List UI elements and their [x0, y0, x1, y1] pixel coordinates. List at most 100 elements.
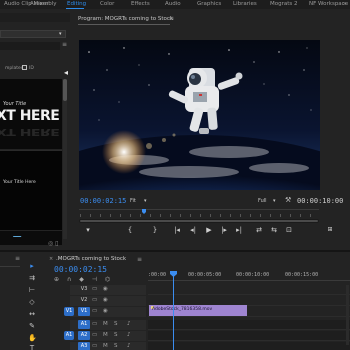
- panel-menu-icon[interactable]: ≡: [137, 256, 142, 263]
- slip-tool-icon[interactable]: ↔: [28, 310, 36, 318]
- microphone-icon[interactable]: ♪: [127, 321, 131, 327]
- export-frame-icon[interactable]: ⊡: [284, 226, 294, 234]
- track-label-v1[interactable]: V1: [78, 307, 90, 316]
- pen-tool-icon[interactable]: ✎: [28, 322, 36, 330]
- step-back-icon[interactable]: ◂|: [188, 226, 198, 234]
- program-video-frame[interactable]: [79, 40, 320, 190]
- selection-tool-icon[interactable]: ▸: [28, 262, 36, 270]
- program-tab-underline: [78, 24, 170, 25]
- eye-icon[interactable]: ◉: [103, 308, 108, 314]
- go-to-out-icon[interactable]: ▸|: [234, 226, 244, 234]
- workspace-tab-color[interactable]: Color: [100, 1, 114, 7]
- ruler-tick: [250, 214, 251, 217]
- workspace-tab-mograts[interactable]: Mograts 2: [270, 1, 298, 7]
- panel-menu-icon[interactable]: ≡: [15, 255, 20, 262]
- workspace-tab-libraries[interactable]: Libraries: [233, 1, 257, 7]
- program-zoom-scroll-thumb[interactable]: [80, 220, 318, 222]
- ruler-tick: [100, 214, 101, 217]
- search-input[interactable]: [0, 42, 60, 50]
- timeline-ruler[interactable]: [148, 280, 350, 281]
- sync-lock-icon[interactable]: ▭: [92, 297, 97, 303]
- left-panel-scrollbar[interactable]: [63, 79, 67, 239]
- add-button-icon[interactable]: ⊞: [326, 226, 334, 234]
- mute-icon[interactable]: M: [103, 332, 108, 338]
- mark-out-icon[interactable]: }: [151, 226, 159, 234]
- wrench-icon[interactable]: ⚒: [285, 196, 291, 204]
- program-playhead[interactable]: [142, 209, 146, 214]
- mute-icon[interactable]: M: [103, 343, 108, 349]
- marker-icon[interactable]: ▾: [84, 226, 92, 234]
- solo-icon[interactable]: S: [114, 321, 118, 327]
- chevron-down-icon[interactable]: ▾: [59, 31, 62, 37]
- eye-icon[interactable]: ◉: [103, 297, 108, 303]
- sync-lock-icon[interactable]: ▭: [92, 321, 97, 327]
- workspace-tab-audio[interactable]: Audio: [165, 1, 181, 7]
- left-panel-scroll-thumb[interactable]: [63, 79, 67, 101]
- program-time-ruler[interactable]: [79, 209, 319, 213]
- sync-lock-icon[interactable]: ▭: [92, 286, 97, 292]
- timeline-playhead-line[interactable]: [173, 271, 174, 350]
- hand-tool-icon[interactable]: ✋: [28, 334, 37, 342]
- checkbox[interactable]: [22, 65, 27, 70]
- resolution-select[interactable]: Full: [258, 198, 267, 204]
- zoom-select[interactable]: Fit: [130, 198, 136, 204]
- type-tool-icon[interactable]: T: [28, 344, 36, 350]
- program-monitor-title[interactable]: Program: MOGRTs coming to Stock: [78, 16, 173, 22]
- chevron-down-icon[interactable]: ▾: [273, 198, 276, 204]
- ruler-tick: [300, 214, 301, 217]
- workspace-tab-effects[interactable]: Effects: [131, 1, 150, 7]
- clip-label: AdobeStock_7816358.mov: [152, 307, 213, 312]
- chevron-down-icon[interactable]: ▾: [144, 198, 147, 204]
- timeline-vertical-scrollbar[interactable]: [346, 285, 349, 345]
- workspace-tab-graphics[interactable]: Graphics: [197, 1, 221, 7]
- project-panel-line: [0, 266, 20, 267]
- timeline-tab[interactable]: .MOGRTs coming to Stock: [56, 256, 126, 262]
- workspace-tab-assembly[interactable]: Assembly: [30, 1, 57, 7]
- ripple-edit-tool-icon[interactable]: ⊢: [28, 286, 36, 294]
- eye-icon[interactable]: ◉: [103, 286, 108, 292]
- step-forward-icon[interactable]: |▸: [219, 226, 229, 234]
- track-lane-a2[interactable]: [148, 331, 350, 341]
- mouse-cursor-icon: ◂: [64, 68, 69, 77]
- extract-icon[interactable]: ⇆: [269, 226, 279, 234]
- track-lane-v3[interactable]: [148, 285, 350, 295]
- track-label-v3[interactable]: V3: [78, 285, 90, 294]
- solo-icon[interactable]: S: [114, 332, 118, 338]
- panel-menu-icon[interactable]: ≡: [62, 41, 68, 49]
- source-patch-v1[interactable]: V1: [64, 307, 74, 316]
- mark-in-icon[interactable]: {: [126, 226, 134, 234]
- track-label-a1[interactable]: A1: [78, 320, 90, 329]
- timeline-playhead[interactable]: [170, 271, 177, 277]
- sync-lock-icon[interactable]: ▭: [92, 308, 97, 314]
- library-dropdown[interactable]: [0, 30, 66, 38]
- panel-divider[interactable]: [0, 250, 350, 252]
- microphone-icon[interactable]: ♪: [127, 343, 131, 349]
- ruler-tick: [290, 214, 291, 217]
- sync-lock-icon[interactable]: ▭: [92, 332, 97, 338]
- track-lane-a3[interactable]: [148, 342, 350, 350]
- templates-label: mplates: [5, 66, 24, 71]
- microphone-icon[interactable]: ♪: [127, 332, 131, 338]
- track-label-a3[interactable]: A3: [78, 342, 90, 350]
- source-patch-a1[interactable]: A1: [64, 331, 74, 340]
- mute-icon[interactable]: M: [103, 321, 108, 327]
- more-workspaces-icon[interactable]: »: [343, 1, 346, 7]
- track-label-a2[interactable]: A2: [78, 331, 90, 340]
- razor-tool-icon[interactable]: ◇: [28, 298, 36, 306]
- go-to-in-icon[interactable]: |◂: [172, 226, 182, 234]
- track-select-tool-icon[interactable]: ⇉: [28, 274, 36, 282]
- timeline-tool-icons[interactable]: ⊕ ∩ ◆ ⊣ ⌬: [54, 276, 113, 283]
- timeline-timecode[interactable]: 00:00:02:15: [54, 265, 107, 274]
- lift-icon[interactable]: ⇄: [254, 226, 264, 234]
- panel-menu-icon[interactable]: ≡: [169, 15, 174, 22]
- solo-icon[interactable]: S: [114, 343, 118, 349]
- sync-lock-icon[interactable]: ▭: [92, 343, 97, 349]
- play-button[interactable]: ▶: [204, 226, 214, 234]
- panel-footer-icons[interactable]: ◎ ▯: [48, 240, 58, 247]
- current-timecode[interactable]: 00:00:02:15: [80, 197, 126, 205]
- track-lane-a1[interactable]: [148, 320, 350, 330]
- workspace-tab-editing[interactable]: Editing: [67, 1, 86, 7]
- close-icon[interactable]: ×: [49, 256, 53, 262]
- template-thumbnail-2[interactable]: [0, 150, 62, 230]
- track-label-v2[interactable]: V2: [78, 296, 90, 305]
